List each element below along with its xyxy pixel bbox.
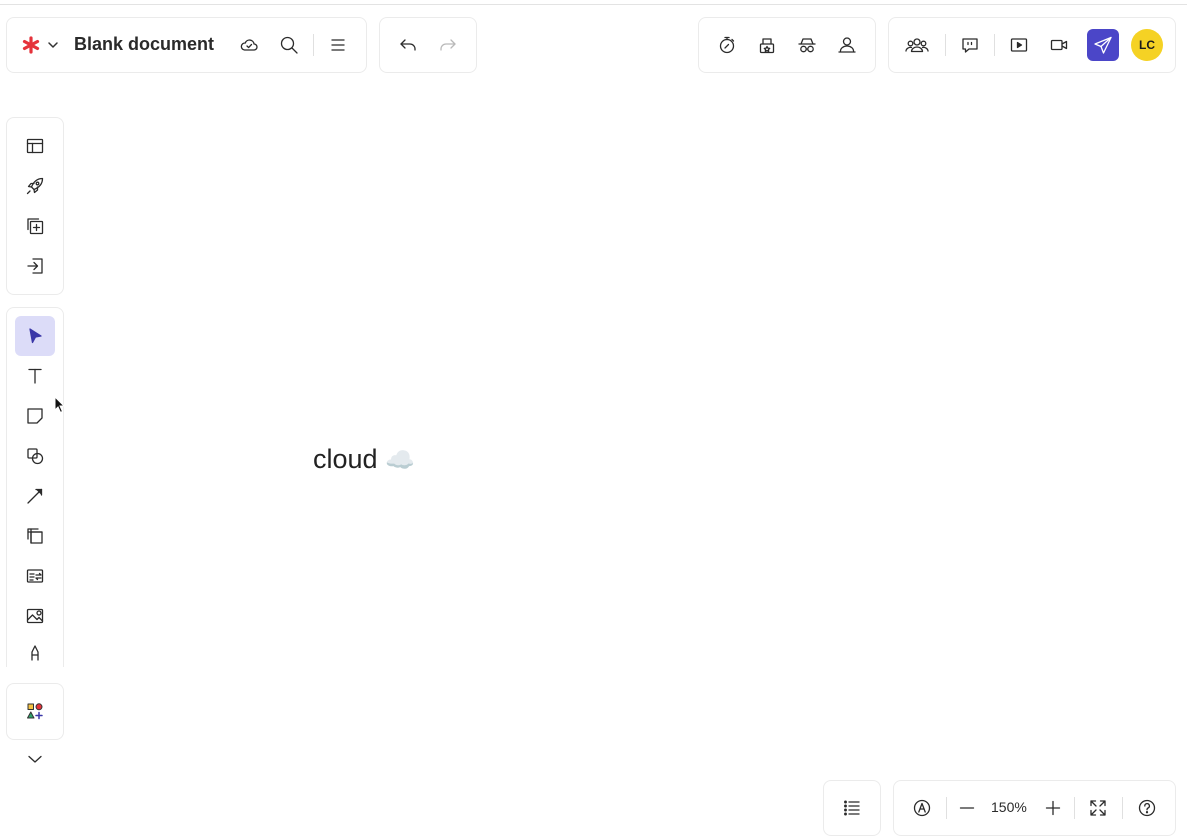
users-group-icon: [905, 38, 929, 53]
undo-icon: [400, 39, 416, 51]
brand-logo-icon: [22, 36, 58, 54]
zoom-out-button[interactable]: [951, 792, 983, 824]
canvas-text-label: cloud: [313, 444, 378, 474]
hamburger-menu-icon: [331, 39, 345, 51]
user-avatar[interactable]: LC: [1131, 29, 1163, 61]
undo-button[interactable]: [392, 29, 424, 61]
apps-button[interactable]: [19, 695, 51, 727]
help-circle-icon: [1138, 799, 1156, 817]
play-screen-icon: [1010, 38, 1028, 52]
quickstart-button[interactable]: [19, 170, 51, 202]
accessibility-button[interactable]: [906, 792, 938, 824]
video-call-button[interactable]: [1043, 29, 1075, 61]
import-arrow-icon: [27, 258, 43, 274]
image-tool-button[interactable]: [19, 600, 51, 632]
diagonal-arrow-icon: [27, 488, 43, 504]
comment-quote-icon: [962, 38, 978, 53]
cloud-sync-button[interactable]: [233, 29, 265, 61]
redo-button[interactable]: [432, 29, 464, 61]
stopwatch-icon: [719, 36, 735, 54]
redo-icon: [440, 39, 456, 51]
shapes-tool-button[interactable]: [19, 440, 51, 472]
top-divider: [0, 4, 1187, 5]
private-mode-button[interactable]: [791, 29, 823, 61]
help-button[interactable]: [1131, 792, 1163, 824]
add-frame-button[interactable]: [19, 210, 51, 242]
comments-button[interactable]: [954, 29, 986, 61]
presenter-icon: [838, 37, 856, 53]
zoom-in-button[interactable]: [1037, 792, 1069, 824]
templates-button[interactable]: [19, 130, 51, 162]
document-title[interactable]: Blank document: [74, 34, 214, 55]
canvas-text-item[interactable]: cloud ☁️: [313, 444, 415, 475]
chevron-down-icon: [28, 755, 42, 763]
card-tool-button[interactable]: [19, 560, 51, 592]
shapes-plus-icon: [27, 703, 43, 720]
follow-presenter-button[interactable]: [831, 29, 863, 61]
zoom-separator-2: [1074, 797, 1075, 819]
cursor-arrow-icon: [29, 328, 42, 344]
sticky-note-icon: [27, 408, 43, 424]
pen-tool-button[interactable]: [19, 640, 51, 666]
spy-glasses-icon: [798, 38, 816, 53]
zoom-separator-1: [946, 797, 947, 819]
sticky-note-tool-button[interactable]: [19, 400, 51, 432]
import-button[interactable]: [19, 250, 51, 282]
fit-to-screen-button[interactable]: [1082, 792, 1114, 824]
ballot-box-icon: [759, 38, 775, 54]
share-button[interactable]: [1087, 29, 1119, 61]
collab-separator-2: [994, 34, 995, 56]
zoom-level[interactable]: 150%: [991, 799, 1027, 815]
plus-icon: [1045, 800, 1061, 816]
logo-menu-button[interactable]: [17, 29, 63, 61]
text-t-icon: [28, 368, 42, 384]
layout-template-icon: [26, 138, 44, 154]
a-circle-icon: [913, 799, 931, 817]
voting-button[interactable]: [751, 29, 783, 61]
zoom-separator-3: [1122, 797, 1123, 819]
cloud-check-icon: [240, 39, 258, 51]
minus-icon: [959, 807, 975, 809]
collaborators-button[interactable]: [899, 29, 935, 61]
main-menu-button[interactable]: [322, 29, 354, 61]
frame-tool-button[interactable]: [19, 520, 51, 552]
shapes-icon: [27, 448, 44, 465]
timer-button[interactable]: [711, 29, 743, 61]
select-tool-button[interactable]: [15, 316, 55, 356]
header-separator: [313, 34, 314, 56]
cloud-emoji: ☁️: [385, 447, 415, 474]
paper-plane-icon: [1094, 36, 1112, 54]
expand-toolbar-button[interactable]: [19, 743, 51, 775]
video-camera-icon: [1050, 39, 1068, 51]
rocket-icon: [26, 177, 44, 195]
bulleted-list-icon: [844, 800, 860, 816]
presentation-button[interactable]: [1003, 29, 1035, 61]
text-tool-button[interactable]: [19, 360, 51, 392]
connector-tool-button[interactable]: [19, 480, 51, 512]
pen-icon: [31, 645, 39, 661]
search-icon: [280, 36, 298, 54]
frame-crop-icon: [27, 528, 43, 544]
search-button[interactable]: [273, 29, 305, 61]
collab-separator-1: [945, 34, 946, 56]
outline-button[interactable]: [836, 792, 868, 824]
image-icon: [26, 608, 44, 624]
add-layer-icon: [27, 218, 44, 235]
mouse-pointer-icon: [54, 396, 66, 414]
expand-arrows-icon: [1090, 800, 1106, 816]
card-swap-icon: [26, 569, 44, 583]
